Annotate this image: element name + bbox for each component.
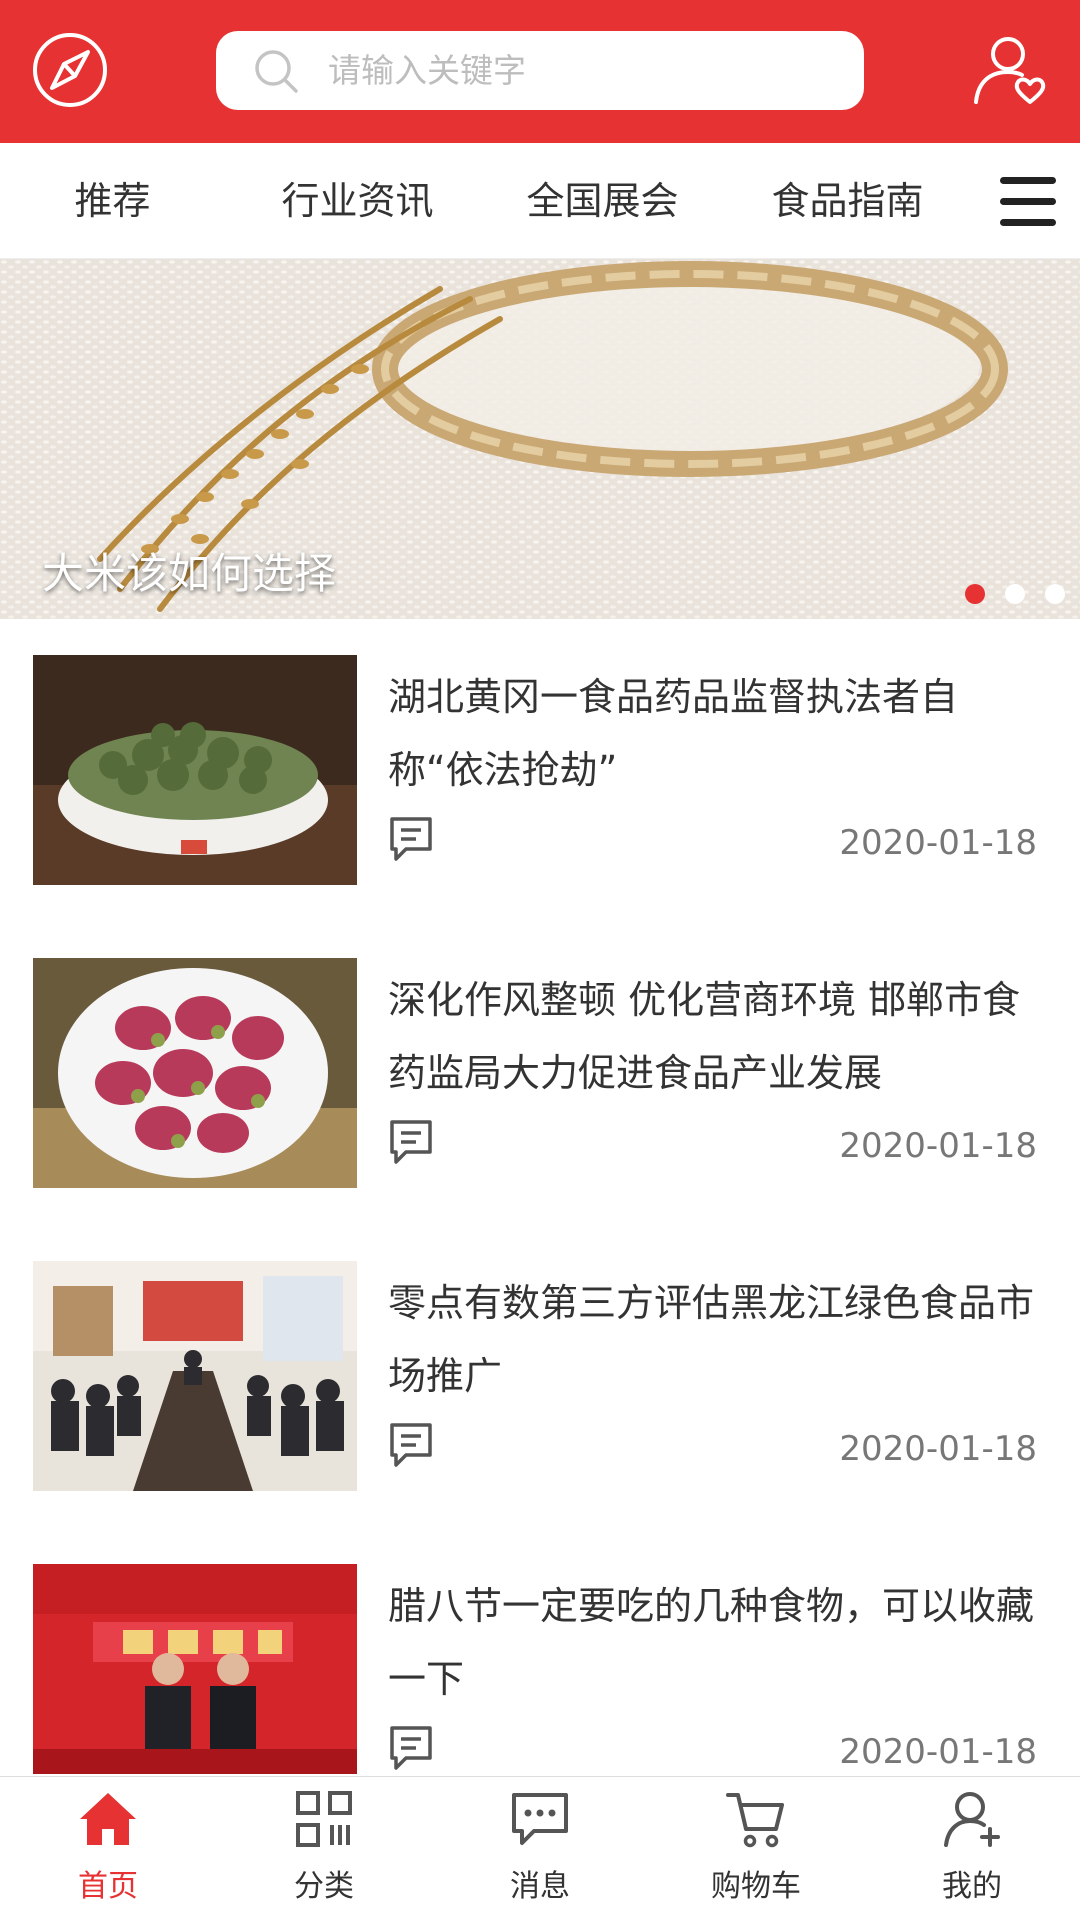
- tabbar-messages[interactable]: 消息: [432, 1777, 648, 1920]
- tabbar-home[interactable]: 首页: [0, 1777, 216, 1920]
- bottom-tab-bar: 首页 分类 消息 购物车 我的: [0, 1776, 1080, 1920]
- news-item[interactable]: 零点有数第三方评估黑龙江绿色食品市场推广 2020-01-18: [0, 1261, 1080, 1563]
- message-icon: [510, 1789, 570, 1849]
- news-title[interactable]: 腊八节一定要吃的几种食物，可以收藏一下: [388, 1570, 1048, 1716]
- tab-recommend[interactable]: 推荐: [30, 143, 195, 259]
- tabbar-cart[interactable]: 购物车: [648, 1777, 864, 1920]
- carousel-dot[interactable]: [1005, 584, 1025, 604]
- news-item[interactable]: 湖北黄冈一食品药品监督执法者自称“依法抢劫” 2020-01-18: [0, 655, 1080, 957]
- news-title[interactable]: 零点有数第三方评估黑龙江绿色食品市场推广: [388, 1267, 1048, 1413]
- comment-icon[interactable]: [388, 1421, 434, 1469]
- user-add-icon: [942, 1789, 1002, 1849]
- carousel-dot[interactable]: [965, 584, 985, 604]
- tab-industry-news[interactable]: 行业资讯: [255, 143, 460, 259]
- tabbar-mine[interactable]: 我的: [864, 1777, 1080, 1920]
- compass-icon[interactable]: [30, 30, 110, 110]
- tabbar-category[interactable]: 分类: [216, 1777, 432, 1920]
- grid-icon: [294, 1789, 354, 1849]
- tabbar-label: 首页: [78, 1869, 138, 1904]
- search-bar[interactable]: [216, 31, 864, 110]
- category-tabs: 推荐 行业资讯 全国展会 食品指南: [0, 143, 1080, 259]
- news-item[interactable]: 深化作风整顿 优化营商环境 邯郸市食药监局大力促进食品产业发展 2020-01-…: [0, 958, 1080, 1260]
- news-date: 2020-01-18: [839, 1126, 1037, 1166]
- tabbar-label: 分类: [294, 1869, 354, 1904]
- tab-national-expo[interactable]: 全国展会: [500, 143, 705, 259]
- news-date: 2020-01-18: [839, 1429, 1037, 1469]
- user-heart-icon[interactable]: [970, 30, 1050, 110]
- news-thumbnail: [33, 958, 357, 1188]
- comment-icon[interactable]: [388, 815, 434, 863]
- tabbar-label: 我的: [942, 1869, 1002, 1904]
- menu-icon[interactable]: [1000, 177, 1056, 227]
- top-header: [0, 0, 1080, 143]
- news-thumbnail: [33, 1564, 357, 1774]
- news-thumbnail: [33, 655, 357, 885]
- news-date: 2020-01-18: [839, 1732, 1037, 1772]
- search-icon: [252, 47, 300, 95]
- news-thumbnail: [33, 1261, 357, 1491]
- tabbar-label: 购物车: [711, 1869, 801, 1904]
- banner-caption: 大米该如何选择: [42, 549, 337, 598]
- carousel-dot[interactable]: [1045, 584, 1065, 604]
- news-date: 2020-01-18: [839, 823, 1037, 863]
- news-title[interactable]: 湖北黄冈一食品药品监督执法者自称“依法抢劫”: [388, 661, 1048, 807]
- cart-icon: [726, 1789, 786, 1849]
- comment-icon[interactable]: [388, 1724, 434, 1772]
- news-title[interactable]: 深化作风整顿 优化营商环境 邯郸市食药监局大力促进食品产业发展: [388, 964, 1048, 1110]
- comment-icon[interactable]: [388, 1118, 434, 1166]
- search-input[interactable]: [328, 31, 828, 110]
- tab-food-guide[interactable]: 食品指南: [745, 143, 950, 259]
- tabbar-label: 消息: [510, 1869, 570, 1904]
- home-icon: [78, 1789, 138, 1849]
